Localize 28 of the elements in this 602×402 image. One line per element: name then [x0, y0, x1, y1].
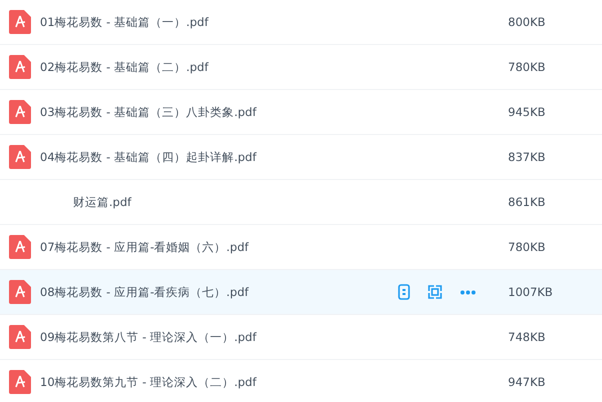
- file-size: 837KB: [508, 150, 546, 164]
- pdf-file-icon: [9, 325, 31, 349]
- file-name: 01梅花易数 - 基础篇（一）.pdf: [40, 14, 210, 30]
- file-size: 780KB: [508, 240, 546, 254]
- file-name: 财运篇.pdf: [72, 194, 132, 210]
- file-size: 945KB: [508, 105, 546, 119]
- pdf-file-icon: [9, 55, 31, 79]
- file-name: 10梅花易数第九节 - 理论深入（二）.pdf: [40, 374, 258, 390]
- file-name: 09梅花易数第八节 - 理论深入（一）.pdf: [40, 330, 258, 344]
- pdf-file-icon: [9, 145, 31, 169]
- pdf-file-icon: [9, 280, 31, 304]
- pdf-file-icon: [9, 370, 31, 394]
- file-size: 780KB: [508, 60, 546, 74]
- file-size: 800KB: [508, 15, 546, 29]
- file-name: 03梅花易数 - 基础篇（三）八卦类象.pdf: [40, 104, 258, 120]
- file-size: 947KB: [508, 375, 546, 389]
- pdf-file-icon: [9, 100, 31, 124]
- more-icon[interactable]: [460, 290, 476, 294]
- file-name: 02梅花易数 - 基础篇（二）.pdf: [40, 60, 210, 74]
- file-size: 861KB: [508, 195, 546, 209]
- file-name: 04梅花易数 - 基础篇（四）起卦详解.pdf: [40, 150, 258, 164]
- file-name: 08梅花易数 - 应用篇-看疾病（七）.pdf: [40, 284, 250, 300]
- file-row[interactable]: 08梅花易数 - 应用篇-看疾病（七）.pdf 1007KB: [0, 270, 602, 315]
- file-size: 748KB: [508, 330, 546, 344]
- pdf-file-icon: [9, 235, 31, 259]
- phone-icon[interactable]: [398, 284, 410, 300]
- pdf-file-icon: [9, 10, 31, 34]
- file-name: 07梅花易数 - 应用篇-看婚姻（六）.pdf: [40, 240, 250, 254]
